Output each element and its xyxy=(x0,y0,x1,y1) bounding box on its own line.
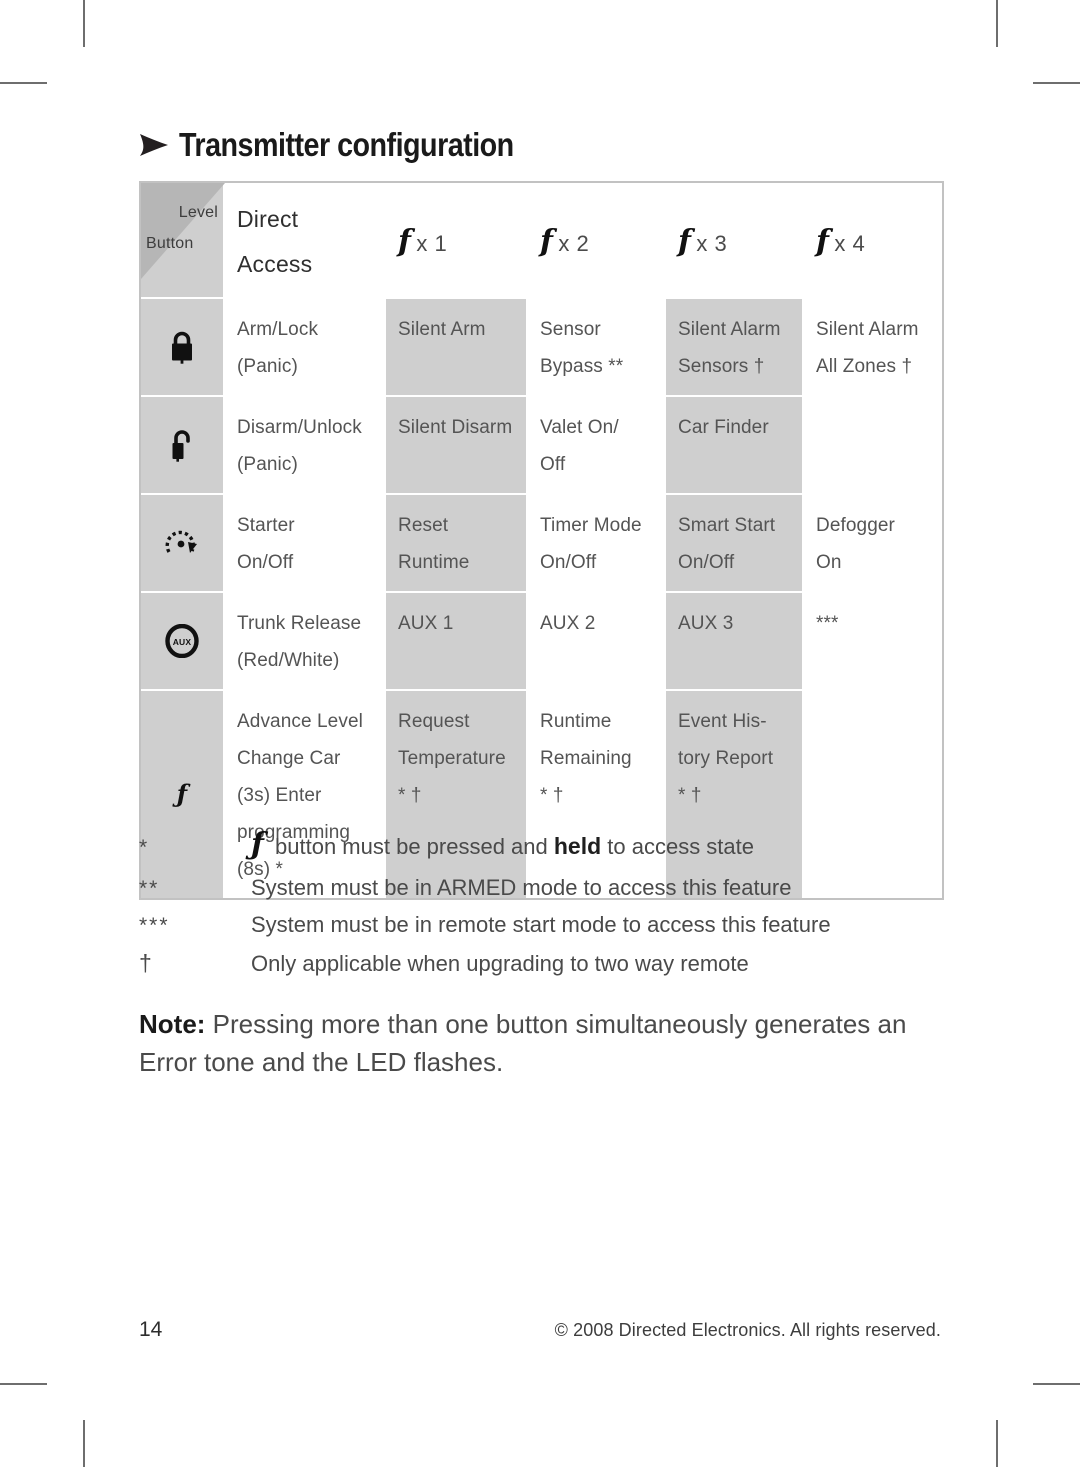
crop-mark-top-right-horizontal xyxy=(1033,82,1080,84)
lock-closed-icon xyxy=(141,317,223,377)
cell-f2: Timer Mode On/Off xyxy=(528,494,666,593)
row-icon-cell xyxy=(141,298,225,397)
page-content: Transmitter configuration Level Button D… xyxy=(139,0,944,1467)
footnote-marker: * xyxy=(139,836,150,859)
cell-f3: Silent Alarm Sensors † xyxy=(666,298,804,397)
table-header-row: Level Button Direct Access fx 1 fx 2 fx … xyxy=(141,183,942,299)
crop-mark-bottom-left-horizontal xyxy=(0,1383,47,1385)
footnote-text: ƒ button must be pressed and held to acc… xyxy=(251,827,755,862)
cell-f2: AUX 2 xyxy=(528,592,666,692)
page-footer: 14 © 2008 Directed Electronics. All righ… xyxy=(139,1318,941,1342)
table-row: Arm/Lock (Panic) Silent Arm Sensor Bypas… xyxy=(141,298,942,397)
header-f-times-2: fx 2 xyxy=(528,183,666,299)
crop-mark-bottom-right-horizontal xyxy=(1033,1383,1080,1385)
header-f-times-1: fx 1 xyxy=(386,183,528,299)
f-glyph-icon: f xyxy=(816,223,830,259)
row-icon-cell: AUX xyxy=(141,592,225,692)
cell-direct-access: Disarm/Unlock (Panic) xyxy=(225,396,386,495)
right-triangle-arrow-icon xyxy=(139,132,169,158)
footnote-marker: † xyxy=(139,950,152,977)
header-direct-access: Direct Access xyxy=(225,183,386,299)
header-f-times-3: fx 3 xyxy=(666,183,804,299)
note-text: Pressing more than one button simultaneo… xyxy=(139,1009,907,1078)
cell-f4: Silent Alarm All Zones † xyxy=(804,298,942,397)
cell-f1: Silent Arm xyxy=(386,298,528,397)
header-f-times-4: fx 4 xyxy=(804,183,942,299)
page-title: Transmitter configuration xyxy=(139,126,564,164)
cell-direct-access: Arm/Lock (Panic) xyxy=(225,298,386,397)
f-button-icon: ƒ xyxy=(176,779,188,809)
page-number: 14 xyxy=(139,1318,163,1341)
cell-direct-access: Trunk Release (Red/White) xyxy=(225,592,386,692)
footnote-double-asterisk: ** System must be in ARMED mode to acces… xyxy=(139,870,941,907)
note-paragraph: Note: Pressing more than one button simu… xyxy=(139,1005,951,1082)
page-title-text: Transmitter configuration xyxy=(179,126,514,163)
row-icon-cell xyxy=(141,396,225,495)
footnote-marker: *** xyxy=(139,914,170,938)
table-row: AUX Trunk Release (Red/White) AUX 1 AUX … xyxy=(141,592,942,692)
footnotes: * ƒ button must be pressed and held to a… xyxy=(139,820,941,983)
cell-f2: Valet On/ Off xyxy=(528,396,666,495)
footnote-text: Only applicable when upgrading to two wa… xyxy=(251,951,749,977)
footnote-single-asterisk: * ƒ button must be pressed and held to a… xyxy=(139,820,941,870)
note-label: Note: xyxy=(139,1009,206,1039)
header-button-label: Button xyxy=(146,234,194,252)
footnote-text: System must be in remote start mode to a… xyxy=(251,912,831,938)
cell-f1: Silent Disarm xyxy=(386,396,528,495)
crop-mark-top-left-vertical xyxy=(83,0,85,47)
cell-f1: AUX 1 xyxy=(386,592,528,692)
cell-f3: AUX 3 xyxy=(666,592,804,692)
crop-mark-bottom-left-vertical xyxy=(83,1420,85,1467)
svg-text:AUX: AUX xyxy=(173,637,192,647)
crop-mark-bottom-right-vertical xyxy=(996,1420,998,1467)
footnote-text: System must be in ARMED mode to access t… xyxy=(251,875,792,901)
footnote-triple-asterisk: *** System must be in remote start mode … xyxy=(139,907,941,944)
cell-f3: Car Finder xyxy=(666,396,804,495)
f-glyph-icon: f xyxy=(678,223,692,259)
f-glyph-icon: f xyxy=(398,223,412,259)
cell-f3: Smart Start On/Off xyxy=(666,494,804,593)
header-level-label: Level xyxy=(178,204,218,221)
cell-f4 xyxy=(804,396,942,495)
copyright-notice: © 2008 Directed Electronics. All rights … xyxy=(554,1320,941,1340)
f-glyph-icon: f xyxy=(540,223,554,259)
f-glyph-icon: ƒ xyxy=(251,827,264,862)
table-row: Starter On/Off Reset Runtime Timer Mode … xyxy=(141,494,942,593)
ignition-start-icon xyxy=(141,513,223,573)
transmitter-configuration-table: Level Button Direct Access fx 1 fx 2 fx … xyxy=(139,181,944,901)
aux-circle-icon: AUX xyxy=(141,611,223,671)
row-icon-cell xyxy=(141,494,225,593)
crop-mark-top-left-horizontal xyxy=(0,82,47,84)
header-corner-cell: Level Button xyxy=(141,183,225,299)
cell-f1: Reset Runtime xyxy=(386,494,528,593)
cell-f4: *** xyxy=(804,592,942,692)
cell-f2: Sensor Bypass ** xyxy=(528,298,666,397)
lock-open-icon xyxy=(141,415,223,475)
cell-direct-access: Starter On/Off xyxy=(225,494,386,593)
cell-f4: Defogger On xyxy=(804,494,942,593)
footnote-dagger: † Only applicable when upgrading to two … xyxy=(139,944,941,983)
crop-mark-top-right-vertical xyxy=(996,0,998,47)
table-row: Disarm/Unlock (Panic) Silent Disarm Vale… xyxy=(141,396,942,495)
footnote-marker: ** xyxy=(139,877,160,901)
